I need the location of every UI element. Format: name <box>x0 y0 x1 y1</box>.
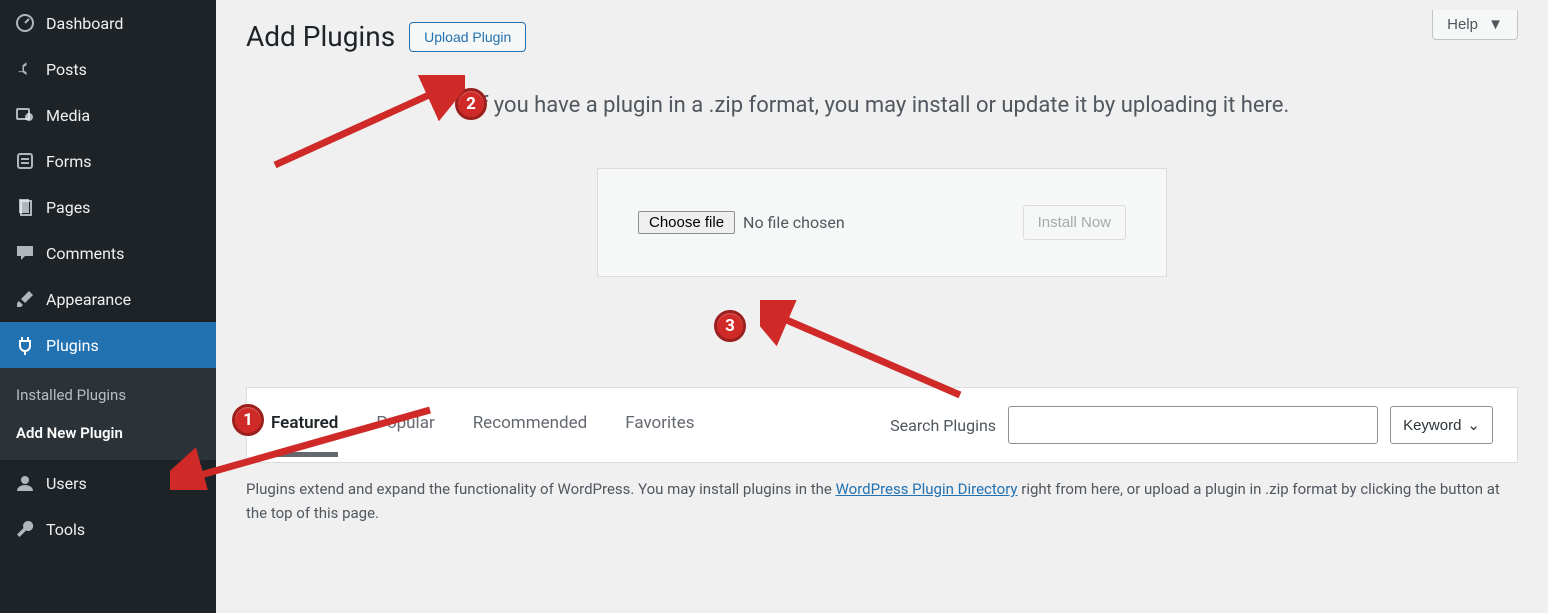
help-label: Help <box>1447 16 1478 33</box>
sidebar-item-plugins[interactable]: Plugins <box>0 322 216 368</box>
sidebar-item-appearance[interactable]: Appearance <box>0 276 216 322</box>
chevron-down-icon: ⌄ <box>1467 416 1480 434</box>
users-icon <box>14 472 36 494</box>
sidebar-item-posts[interactable]: Posts <box>0 46 216 92</box>
footer-description: Plugins extend and expand the functional… <box>246 477 1518 525</box>
sidebar-item-label: Forms <box>46 152 92 171</box>
tab-featured[interactable]: Featured <box>271 413 338 437</box>
sidebar-item-label: Plugins <box>46 336 99 355</box>
sidebar-item-label: Dashboard <box>46 14 123 33</box>
admin-sidebar: Dashboard Posts Media Forms Pages Commen… <box>0 0 216 613</box>
sidebar-item-label: Posts <box>46 60 87 79</box>
tab-favorites[interactable]: Favorites <box>625 413 694 437</box>
media-icon <box>14 104 36 126</box>
sidebar-item-label: Media <box>46 106 90 125</box>
annotation-badge-2: 2 <box>455 88 487 120</box>
sidebar-item-forms[interactable]: Forms <box>0 138 216 184</box>
forms-icon <box>14 150 36 172</box>
help-button[interactable]: Help ▼ <box>1432 10 1518 40</box>
sidebar-item-label: Pages <box>46 198 90 217</box>
sidebar-item-users[interactable]: Users <box>0 460 216 506</box>
sidebar-item-label: Tools <box>46 520 85 539</box>
upload-plugin-button[interactable]: Upload Plugin <box>409 22 526 52</box>
dashboard-icon <box>14 12 36 34</box>
sidebar-item-pages[interactable]: Pages <box>0 184 216 230</box>
sidebar-item-media[interactable]: Media <box>0 92 216 138</box>
plugin-filter-tabs: Featured Popular Recommended Favorites S… <box>246 387 1518 463</box>
plugins-submenu: Installed Plugins Add New Plugin <box>0 368 216 460</box>
submenu-add-new-plugin[interactable]: Add New Plugin <box>0 414 216 452</box>
search-type-select[interactable]: Keyword ⌄ <box>1390 406 1493 444</box>
upload-form: Choose file No file chosen Install Now <box>597 168 1167 277</box>
search-label: Search Plugins <box>890 416 996 435</box>
sidebar-item-label: Appearance <box>46 290 131 309</box>
pin-icon <box>14 58 36 80</box>
sidebar-item-comments[interactable]: Comments <box>0 230 216 276</box>
keyword-label: Keyword <box>1403 417 1461 434</box>
plugin-directory-link[interactable]: WordPress Plugin Directory <box>836 480 1018 498</box>
annotation-badge-3: 3 <box>714 310 746 342</box>
sidebar-item-label: Users <box>46 474 87 493</box>
upload-description: If you have a plugin in a .zip format, y… <box>246 93 1518 118</box>
sidebar-item-tools[interactable]: Tools <box>0 506 216 552</box>
brush-icon <box>14 288 36 310</box>
choose-file-button[interactable]: Choose file <box>638 211 735 234</box>
main-content: Help ▼ Add Plugins Upload Plugin If you … <box>216 0 1548 613</box>
annotation-badge-1: 1 <box>232 404 264 436</box>
sidebar-item-dashboard[interactable]: Dashboard <box>0 0 216 46</box>
pages-icon <box>14 196 36 218</box>
page-title: Add Plugins <box>246 20 395 53</box>
tools-icon <box>14 518 36 540</box>
plugin-icon <box>14 334 36 356</box>
file-status-text: No file chosen <box>743 213 845 232</box>
search-plugins-input[interactable] <box>1008 406 1378 444</box>
footer-before: Plugins extend and expand the functional… <box>246 480 836 498</box>
tab-popular[interactable]: Popular <box>376 413 434 437</box>
install-now-button[interactable]: Install Now <box>1023 205 1126 240</box>
sidebar-item-label: Comments <box>46 244 124 263</box>
page-header: Add Plugins Upload Plugin <box>246 20 1518 53</box>
tab-recommended[interactable]: Recommended <box>473 413 588 437</box>
submenu-installed-plugins[interactable]: Installed Plugins <box>0 376 216 414</box>
comments-icon <box>14 242 36 264</box>
chevron-down-icon: ▼ <box>1488 16 1503 33</box>
